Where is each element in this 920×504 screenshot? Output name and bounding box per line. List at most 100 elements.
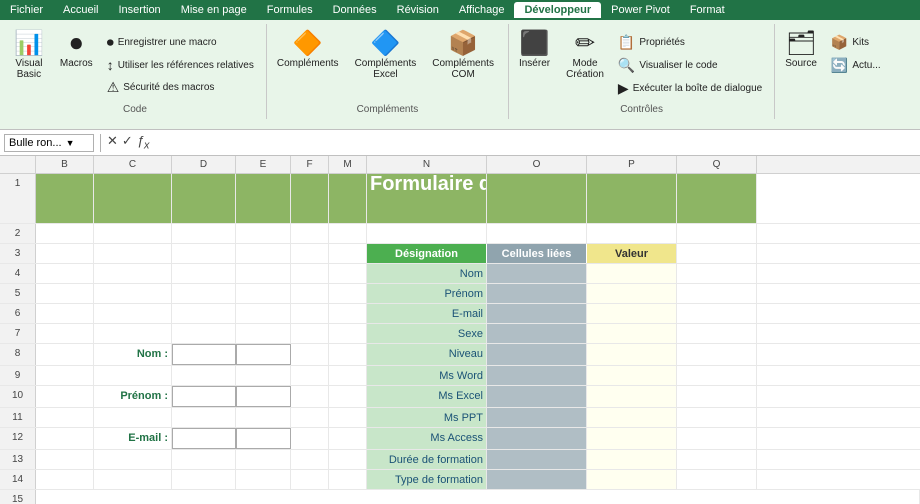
col-header-e[interactable]: E (236, 156, 291, 173)
cell-2b[interactable] (36, 224, 94, 243)
col-header-b[interactable]: B (36, 156, 94, 173)
securite-macros-button[interactable]: ⚠ Sécurité des macros (103, 77, 258, 98)
menu-mise-en-page[interactable]: Mise en page (171, 2, 257, 18)
cell-12c[interactable]: E-mail : (94, 428, 172, 449)
cell-14d[interactable] (172, 470, 236, 489)
cell-14n[interactable]: Type de formation (367, 470, 487, 489)
cell-4d[interactable] (172, 264, 236, 283)
cell-14b[interactable] (36, 470, 94, 489)
cell-1m[interactable] (329, 174, 367, 223)
cell-13n[interactable]: Durée de formation (367, 450, 487, 469)
cell-5q[interactable] (677, 284, 757, 303)
visual-basic-button[interactable]: 📊 VisualBasic (8, 28, 50, 84)
cell-3b[interactable] (36, 244, 94, 263)
cell-12n[interactable]: Ms Access (367, 428, 487, 449)
cell-7n[interactable]: Sexe (367, 324, 487, 343)
cell-15[interactable] (36, 490, 920, 504)
cell-1o[interactable] (487, 174, 587, 223)
designation-header[interactable]: Désignation (367, 244, 487, 263)
cell-11n[interactable]: Ms PPT (367, 408, 487, 427)
cell-10d[interactable] (172, 386, 236, 407)
cell-12d[interactable] (172, 428, 236, 449)
cell-4b[interactable] (36, 264, 94, 283)
cell-3m[interactable] (329, 244, 367, 263)
cell-8f[interactable] (291, 344, 329, 365)
cell-12e[interactable] (236, 428, 291, 449)
cell-5b[interactable] (36, 284, 94, 303)
menu-insertion[interactable]: Insertion (108, 2, 170, 18)
cell-7b[interactable] (36, 324, 94, 343)
cell-11q[interactable] (677, 408, 757, 427)
cell-6f[interactable] (291, 304, 329, 323)
cell-6o[interactable] (487, 304, 587, 323)
actualiser-button[interactable]: 🔄 Actu... (827, 55, 885, 76)
macros-button[interactable]: ⏺ Macros (54, 28, 99, 73)
visualiser-code-button[interactable]: 🔍 Visualiser le code (614, 55, 766, 76)
cell-4o[interactable] (487, 264, 587, 283)
cell-8n[interactable]: Niveau (367, 344, 487, 365)
cell-2f[interactable] (291, 224, 329, 243)
cell-10e[interactable] (236, 386, 291, 407)
references-relatives-button[interactable]: ↕ Utiliser les références relatives (103, 55, 258, 75)
cell-13c[interactable] (94, 450, 172, 469)
cell-13b[interactable] (36, 450, 94, 469)
formula-input[interactable] (153, 137, 916, 149)
cell-4e[interactable] (236, 264, 291, 283)
cell-8e[interactable] (236, 344, 291, 365)
cell-9c[interactable] (94, 366, 172, 385)
cell-2m[interactable] (329, 224, 367, 243)
cell-5o[interactable] (487, 284, 587, 303)
cell-6e[interactable] (236, 304, 291, 323)
cell-9m[interactable] (329, 366, 367, 385)
cell-10n[interactable]: Ms Excel (367, 386, 487, 407)
cell-5n[interactable]: Prénom (367, 284, 487, 303)
cell-10p[interactable] (587, 386, 677, 407)
cell-8b[interactable] (36, 344, 94, 365)
cell-9f[interactable] (291, 366, 329, 385)
valeur-header[interactable]: Valeur (587, 244, 677, 263)
cell-1e[interactable] (236, 174, 291, 223)
col-header-q[interactable]: Q (677, 156, 757, 173)
cell-7o[interactable] (487, 324, 587, 343)
cell-6n[interactable]: E-mail (367, 304, 487, 323)
cell-13o[interactable] (487, 450, 587, 469)
enregistrer-macro-button[interactable]: ⏺ Enregistrer une macro (103, 32, 258, 53)
cell-4f[interactable] (291, 264, 329, 283)
cell-1d[interactable] (172, 174, 236, 223)
complements-com-button[interactable]: 📦 ComplémentsCOM (426, 28, 500, 84)
cell-7m[interactable] (329, 324, 367, 343)
cell-12p[interactable] (587, 428, 677, 449)
cell-6p[interactable] (587, 304, 677, 323)
cell-9p[interactable] (587, 366, 677, 385)
cell-8q[interactable] (677, 344, 757, 365)
cell-8p[interactable] (587, 344, 677, 365)
cell-7f[interactable] (291, 324, 329, 343)
proprietes-button[interactable]: 📋 Propriétés (614, 32, 766, 53)
cell-9e[interactable] (236, 366, 291, 385)
name-box[interactable]: Bulle ron... ▼ (4, 134, 94, 152)
cell-3f[interactable] (291, 244, 329, 263)
cell-5m[interactable] (329, 284, 367, 303)
cell-11e[interactable] (236, 408, 291, 427)
function-icon[interactable]: ƒx (137, 133, 150, 152)
col-header-p[interactable]: P (587, 156, 677, 173)
cellules-header[interactable]: Cellules liées (487, 244, 587, 263)
menu-affichage[interactable]: Affichage (449, 2, 515, 18)
cell-7d[interactable] (172, 324, 236, 343)
cell-14q[interactable] (677, 470, 757, 489)
cell-1c[interactable] (94, 174, 172, 223)
col-header-n[interactable]: N (367, 156, 487, 173)
menu-power-pivot[interactable]: Power Pivot (601, 2, 680, 18)
cell-4m[interactable] (329, 264, 367, 283)
complements-button[interactable]: 🔶 Compléments (271, 28, 345, 73)
cell-11b[interactable] (36, 408, 94, 427)
col-header-d[interactable]: D (172, 156, 236, 173)
col-header-o[interactable]: O (487, 156, 587, 173)
cell-10o[interactable] (487, 386, 587, 407)
cell-5d[interactable] (172, 284, 236, 303)
cell-13d[interactable] (172, 450, 236, 469)
cell-12b[interactable] (36, 428, 94, 449)
cell-12q[interactable] (677, 428, 757, 449)
cell-1n[interactable]: Formulaire de formation (367, 174, 487, 223)
cell-14f[interactable] (291, 470, 329, 489)
